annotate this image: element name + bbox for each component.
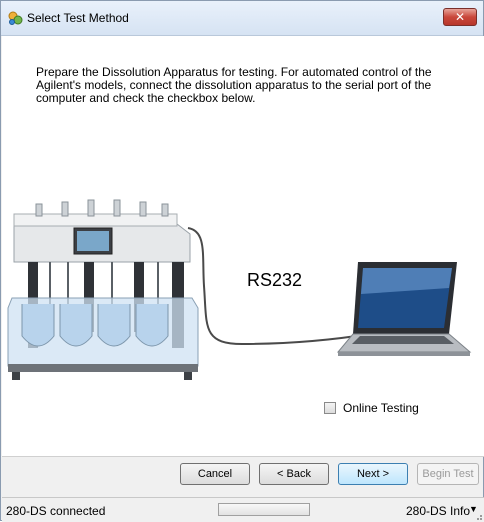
title-bar: Select Test Method ✕ bbox=[1, 1, 483, 36]
progress-bar bbox=[218, 503, 310, 516]
connection-status: 280-DS connected bbox=[6, 504, 106, 518]
begin-test-button[interactable]: Begin Test bbox=[417, 463, 479, 485]
setup-illustration: RS232 bbox=[7, 199, 472, 380]
dialog-content: Prepare the Dissolution Apparatus for te… bbox=[2, 36, 484, 456]
dissolution-apparatus-image bbox=[7, 199, 199, 380]
online-testing-checkbox[interactable] bbox=[324, 402, 336, 414]
footer-divider bbox=[2, 456, 484, 457]
cancel-button[interactable]: Cancel bbox=[180, 463, 250, 485]
status-bar: 280-DS connected 280-DS Info ▼ bbox=[2, 497, 484, 522]
online-testing-label: Online Testing bbox=[343, 401, 419, 415]
info-dropdown[interactable]: 280-DS Info bbox=[406, 504, 470, 518]
resize-grip-icon[interactable] bbox=[474, 512, 482, 520]
next-button[interactable]: Next > bbox=[338, 463, 408, 485]
close-icon: ✕ bbox=[454, 10, 466, 24]
back-button[interactable]: < Back bbox=[259, 463, 329, 485]
dialog-window: Select Test Method ✕ Prepare the Dissolu… bbox=[0, 0, 484, 522]
connection-label: RS232 bbox=[247, 270, 302, 290]
app-icon bbox=[8, 11, 23, 25]
laptop-image bbox=[336, 262, 472, 356]
window-title: Select Test Method bbox=[27, 11, 129, 25]
instructions-text: Prepare the Dissolution Apparatus for te… bbox=[36, 65, 432, 105]
close-button[interactable]: ✕ bbox=[443, 8, 477, 26]
